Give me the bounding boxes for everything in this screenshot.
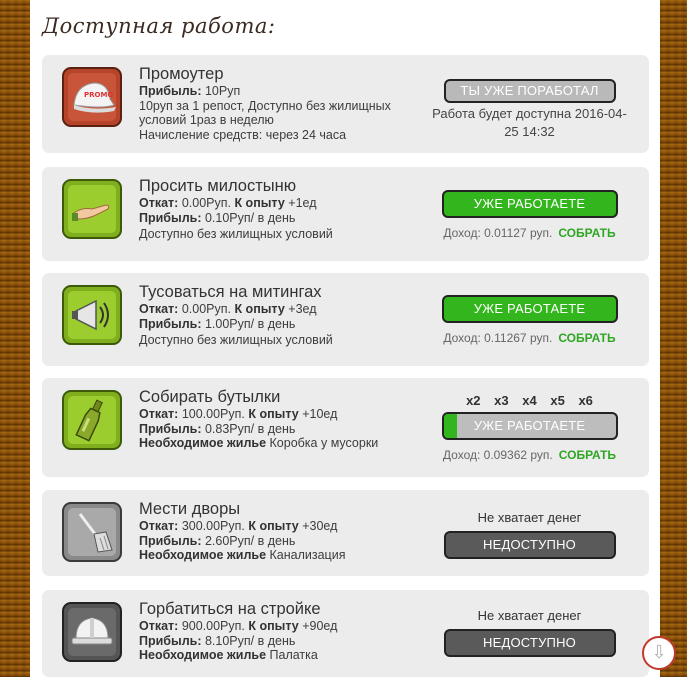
- job-card-promoter: PROMO Промоутер Прибыль: 10Руп 10руп за …: [42, 55, 649, 153]
- job-description: Доступно без жилищных условий: [139, 333, 333, 347]
- hard-hat-icon: [62, 602, 122, 662]
- job-payout-note: Начисление средств: через 24 часа: [139, 127, 347, 142]
- job-info: Промоутер Прибыль: 10Руп 10руп за 1 репо…: [139, 65, 434, 142]
- megaphone-icon: [62, 285, 122, 345]
- working-button[interactable]: УЖЕ РАБОТАЕТЕ: [441, 295, 618, 323]
- job-info: Тусоваться на митингах Откат: 0.00Руп. К…: [139, 283, 429, 348]
- job-title: Тусоваться на митингах: [139, 283, 322, 301]
- working-progress-button[interactable]: УЖЕ РАБОТАЕТЕ: [441, 412, 618, 440]
- job-profit: Прибыль: 1.00Руп/ в день: [139, 316, 296, 331]
- bottle-icon: [62, 390, 122, 450]
- job-profit: Прибыль: 2.60Руп/ в день: [139, 533, 296, 548]
- available-at-note: Работа будет доступна 2016-04-25 14:32: [432, 106, 627, 139]
- job-card-rallies: Тусоваться на митингах Откат: 0.00Руп. К…: [42, 273, 649, 366]
- multiplier-x5[interactable]: x5: [550, 393, 564, 408]
- working-button[interactable]: УЖЕ РАБОТАЕТЕ: [441, 190, 618, 218]
- job-info: Горбатиться на стройке Откат: 900.00Руп.…: [139, 600, 429, 663]
- job-profit: Прибыль: 10Руп: [139, 84, 241, 98]
- not-enough-money-note: Не хватает денег: [477, 510, 582, 525]
- job-rollback: Откат: 0.00Руп. К опыту +1ед: [139, 196, 317, 210]
- coin-stack-right: [660, 0, 687, 677]
- job-housing: Необходимое жилье Палатка: [139, 648, 318, 662]
- multiplier-row: x2 x3 x4 x5 x6: [432, 393, 627, 408]
- income-line: Доход: 0.11267 руп. СОБРАТЬ: [443, 331, 616, 345]
- job-housing: Необходимое жилье Коробка у мусорки: [139, 436, 379, 450]
- job-rollback: Откат: 300.00Руп. К опыту +30ед: [139, 519, 338, 533]
- job-card-construction: Горбатиться на стройке Откат: 900.00Руп.…: [42, 590, 649, 677]
- collect-link[interactable]: СОБРАТЬ: [559, 448, 616, 462]
- unavailable-button[interactable]: НЕДОСТУПНО: [443, 629, 616, 657]
- job-card-sweep: Мести дворы Откат: 300.00Руп. К опыту +3…: [42, 490, 649, 576]
- job-action: УЖЕ РАБОТАЕТЕ Доход: 0.11267 руп. СОБРАТЬ: [432, 295, 627, 345]
- job-title: Горбатиться на стройке: [139, 600, 321, 618]
- job-action: УЖЕ РАБОТАЕТЕ Доход: 0.01127 руп. СОБРАТЬ: [432, 190, 627, 240]
- job-rollback: Откат: 100.00Руп. К опыту +10ед: [139, 407, 338, 421]
- income-line: Доход: 0.09362 руп. СОБРАТЬ: [442, 448, 617, 462]
- multiplier-x6[interactable]: x6: [578, 393, 592, 408]
- job-title: Мести дворы: [139, 500, 241, 518]
- job-title: Собирать бутылки: [139, 388, 281, 406]
- multiplier-x2[interactable]: x2: [466, 393, 480, 408]
- income-line: Доход: 0.01127 руп. СОБРАТЬ: [443, 226, 616, 240]
- scroll-down-icon[interactable]: ⇩: [642, 636, 676, 670]
- multiplier-x4[interactable]: x4: [522, 393, 536, 408]
- collect-link[interactable]: СОБРАТЬ: [558, 226, 615, 240]
- progress-fill: [443, 414, 458, 438]
- page-title: Доступная работа:: [42, 14, 276, 38]
- job-rollback: Откат: 0.00Руп. К опыту +3ед: [139, 302, 317, 316]
- job-title: Просить милостыню: [139, 177, 297, 195]
- job-info: Просить милостыню Откат: 0.00Руп. К опыт…: [139, 177, 429, 242]
- job-description: 10руп за 1 репост, Доступно без жилищных…: [139, 98, 391, 128]
- not-enough-money-note: Не хватает денег: [477, 608, 582, 623]
- job-action: Не хватает денег НЕДОСТУПНО: [432, 608, 627, 657]
- coin-stack-left: [0, 0, 30, 677]
- job-profit: Прибыль: 8.10Руп/ в день: [139, 633, 296, 648]
- job-housing: Необходимое жилье Канализация: [139, 548, 346, 562]
- job-description: Доступно без жилищных условий: [139, 227, 333, 241]
- job-action: Не хватает денег НЕДОСТУПНО: [432, 510, 627, 559]
- job-profit: Прибыль: 0.10Руп/ в день: [139, 210, 296, 225]
- promo-cap-icon: PROMO: [62, 67, 122, 127]
- svg-text:PROMO: PROMO: [84, 91, 113, 99]
- begging-hand-icon: [62, 179, 122, 239]
- job-info: Мести дворы Откат: 300.00Руп. К опыту +3…: [139, 500, 429, 563]
- unavailable-button[interactable]: НЕДОСТУПНО: [443, 531, 616, 559]
- multiplier-x3[interactable]: x3: [494, 393, 508, 408]
- broom-icon: [62, 502, 122, 562]
- job-action: x2 x3 x4 x5 x6 УЖЕ РАБОТАЕТЕ Доход: 0.09…: [432, 393, 627, 462]
- job-card-begging: Просить милостыню Откат: 0.00Руп. К опыт…: [42, 167, 649, 261]
- already-worked-button[interactable]: ТЫ УЖЕ ПОРАБОТАЛ: [443, 79, 616, 103]
- collect-link[interactable]: СОБРАТЬ: [558, 331, 615, 345]
- jobs-panel: Доступная работа: PROMO Промоутер Прибыл…: [30, 0, 676, 677]
- job-rollback: Откат: 900.00Руп. К опыту +90ед: [139, 619, 338, 633]
- job-card-bottles: Собирать бутылки Откат: 100.00Руп. К опы…: [42, 378, 649, 477]
- job-action: ТЫ УЖЕ ПОРАБОТАЛ Работа будет доступна 2…: [432, 79, 627, 141]
- job-info: Собирать бутылки Откат: 100.00Руп. К опы…: [139, 388, 429, 451]
- job-title: Промоутер: [139, 65, 224, 83]
- job-profit: Прибыль: 0.83Руп/ в день: [139, 421, 296, 436]
